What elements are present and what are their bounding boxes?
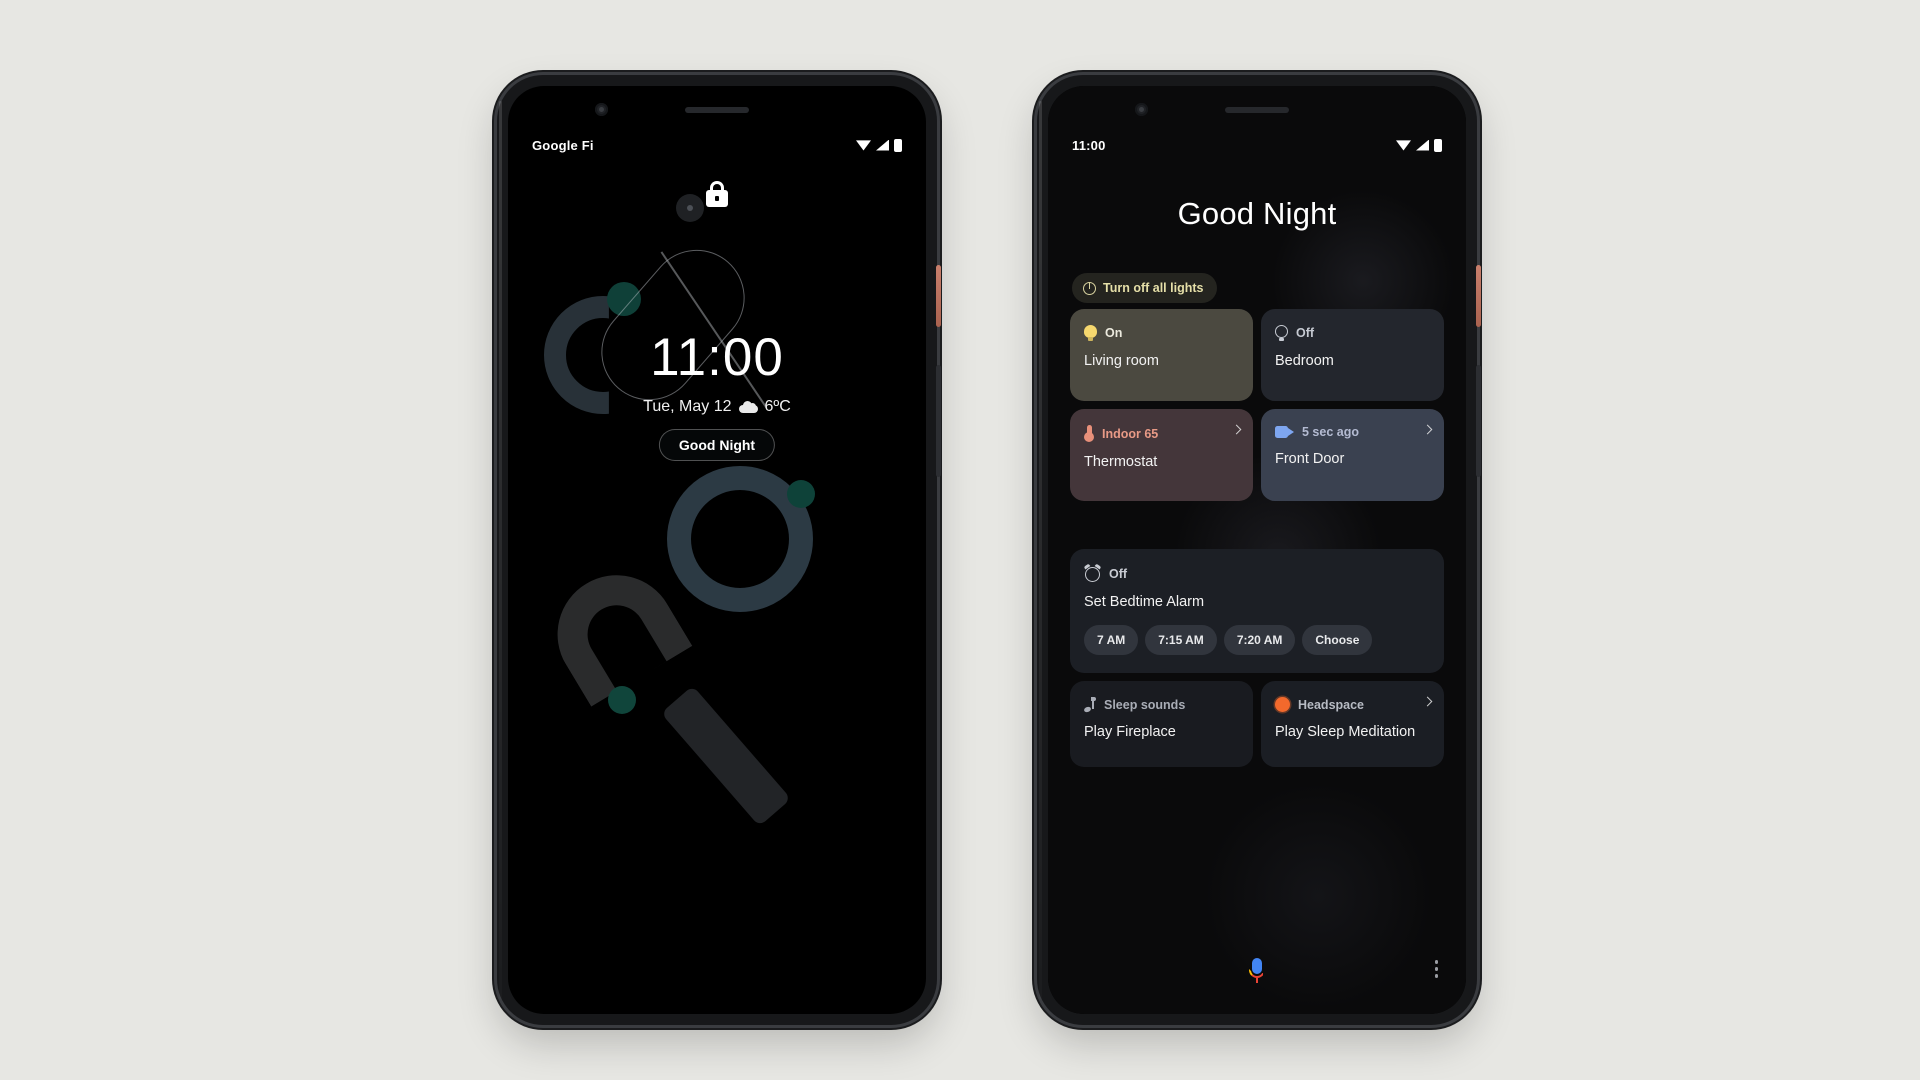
assistant-nav-bar: [1048, 952, 1466, 992]
signal-icon: [876, 139, 889, 151]
volume-rocker-button[interactable]: [1476, 365, 1481, 477]
cloud-icon: [738, 401, 758, 413]
battery-icon: [1434, 138, 1442, 152]
lockscreen-display: Google Fi 11:00 Tue, May 12 6ºC Good Nig…: [508, 86, 926, 1014]
music-note-icon: [1083, 697, 1096, 714]
lock-icon: [706, 181, 728, 207]
card-status-row: Indoor 65: [1084, 425, 1239, 442]
card-status: On: [1105, 326, 1123, 340]
weather-temperature: 6ºC: [764, 398, 791, 415]
wallpaper-teal-dot: [608, 686, 636, 714]
routine-status-bar: 11:00: [1048, 132, 1466, 158]
clock-time: 11:00: [650, 328, 784, 387]
wallpaper-bar-shape: [660, 685, 792, 827]
turn-off-all-lights-chip[interactable]: Turn off all lights: [1072, 273, 1218, 303]
alarm-choose-chip[interactable]: Choose: [1302, 625, 1373, 656]
bedtime-alarm-card[interactable]: Off Set Bedtime Alarm 7 AM 7:15 AM 7:20 …: [1070, 549, 1444, 674]
card-status-row: 5 sec ago: [1275, 425, 1430, 439]
thermometer-icon: [1084, 425, 1094, 442]
power-button[interactable]: [936, 265, 941, 327]
earpiece-speaker: [1225, 107, 1289, 113]
card-status: Headspace: [1298, 697, 1365, 712]
good-night-routine-screen: 11:00 Good Night Turn off all lights On …: [1048, 86, 1466, 1014]
card-title: Play Sleep Meditation: [1275, 724, 1416, 741]
lockscreen-clock: 11:00 Tue, May 12 6ºC: [508, 331, 926, 416]
card-title: Living room: [1084, 353, 1159, 369]
card-status-row: Off: [1275, 325, 1430, 341]
wallpaper-teal-dot: [787, 480, 815, 508]
headspace-icon: [1275, 697, 1290, 713]
lockscreen-status-bar: Google Fi: [508, 132, 926, 158]
camera-icon: [1275, 426, 1294, 438]
alarm-option-chip[interactable]: 7:20 AM: [1223, 625, 1296, 656]
card-row: Indoor 65 Thermostat 5 sec ago Front Doo…: [1070, 409, 1444, 501]
card-title: Front Door: [1275, 451, 1345, 467]
alarm-option-chip[interactable]: 7 AM: [1084, 625, 1139, 656]
card-status-row: Headspace: [1275, 697, 1430, 713]
card-status: Off: [1296, 326, 1315, 340]
device-card-front-door[interactable]: 5 sec ago Front Door: [1261, 409, 1444, 501]
wifi-icon: [856, 140, 871, 151]
device-card-living-room[interactable]: On Living room: [1070, 309, 1253, 401]
bulb-off-icon: [1275, 325, 1288, 341]
card-title: Play Fireplace: [1084, 724, 1176, 741]
card-status-row: Sleep sounds: [1083, 697, 1239, 714]
front-camera-icon: [1135, 103, 1148, 116]
media-card-headspace[interactable]: Headspace Play Sleep Meditation: [1261, 681, 1444, 768]
wallpaper-arch-shape: [535, 553, 693, 707]
clock-date: Tue, May 12: [643, 398, 732, 415]
bulb-on-icon: [1084, 325, 1097, 341]
status-icon-group: [1396, 138, 1442, 152]
card-title: Bedroom: [1275, 353, 1334, 369]
signal-icon: [1416, 139, 1429, 151]
alarm-clock-icon: [1083, 563, 1102, 582]
card-status-row: On: [1084, 325, 1239, 341]
card-row: Off Set Bedtime Alarm 7 AM 7:15 AM 7:20 …: [1070, 549, 1444, 674]
card-status: Off: [1109, 566, 1128, 581]
card-status-row: Off: [1083, 563, 1430, 582]
card-row: On Living room Off Bedroom: [1070, 309, 1444, 401]
more-vertical-icon[interactable]: [1434, 960, 1438, 978]
device-notch: [1048, 86, 1466, 132]
lockscreen-wallpaper: [508, 86, 926, 1014]
device-card-thermostat[interactable]: Indoor 65 Thermostat: [1070, 409, 1253, 501]
routine-display: 11:00 Good Night Turn off all lights On …: [1048, 86, 1466, 1014]
volume-rocker-button[interactable]: [936, 365, 941, 477]
card-row: Sleep sounds Play Fireplace Headspace Pl…: [1070, 681, 1444, 768]
turn-off-all-lights-label: Turn off all lights: [1103, 281, 1204, 295]
battery-icon: [894, 138, 902, 152]
screenshot-canvas: Google Fi 11:00 Tue, May 12 6ºC Good Nig…: [0, 0, 1920, 1080]
device-card-grid: On Living room Off Bedroom Indoor 65 The…: [1070, 309, 1444, 775]
google-assistant-mic-icon[interactable]: [1248, 958, 1266, 984]
alarm-options-row: 7 AM 7:15 AM 7:20 AM Choose: [1084, 625, 1430, 656]
card-title: Thermostat: [1084, 454, 1158, 470]
carrier-label: Google Fi: [532, 137, 594, 153]
card-title: Set Bedtime Alarm: [1084, 594, 1205, 610]
card-status: Sleep sounds: [1104, 697, 1186, 712]
status-bar-time: 11:00: [1072, 137, 1106, 153]
power-button[interactable]: [1476, 265, 1481, 327]
phone-device-routine: 11:00 Good Night Turn off all lights On …: [1037, 75, 1481, 1025]
wifi-icon: [1396, 140, 1411, 151]
phone-device-lockscreen: Google Fi 11:00 Tue, May 12 6ºC Good Nig…: [497, 75, 941, 1025]
card-status: 5 sec ago: [1302, 425, 1359, 439]
page-title: Good Night: [1177, 196, 1337, 231]
media-card-sleep-sounds[interactable]: Sleep sounds Play Fireplace: [1070, 681, 1253, 768]
wallpaper-small-circle: [676, 194, 704, 222]
device-card-bedroom[interactable]: Off Bedroom: [1261, 309, 1444, 401]
clock-date-weather: Tue, May 12 6ºC: [508, 398, 926, 416]
card-status: Indoor 65: [1102, 426, 1159, 441]
good-night-suggestion-chip[interactable]: Good Night: [658, 429, 776, 461]
alarm-option-chip[interactable]: 7:15 AM: [1145, 625, 1217, 656]
status-icon-group: [856, 138, 902, 152]
power-icon: [1083, 281, 1096, 295]
